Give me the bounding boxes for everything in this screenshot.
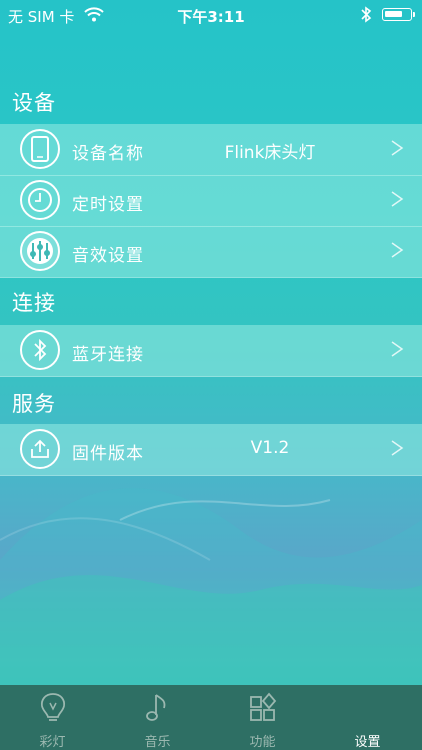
sound-effect-label: 音效设置 [72, 246, 144, 266]
tab-music[interactable]: 音乐 [105, 685, 210, 750]
bluetooth-status-icon [360, 6, 372, 27]
chevron-right-icon [390, 436, 404, 464]
tab-music-label: 音乐 [144, 735, 171, 750]
bluetooth-connection-row[interactable]: 蓝牙连接 [0, 325, 422, 377]
tab-settings[interactable]: 设置 [315, 685, 420, 750]
section-title-service: 服务 [12, 392, 56, 416]
chevron-right-icon [390, 238, 404, 266]
firmware-version-row[interactable]: 固件版本 V1.2 [0, 424, 422, 476]
tab-settings-label: 设置 [354, 735, 381, 750]
phone-icon [20, 129, 60, 169]
device-name-label: 设备名称 [72, 144, 144, 164]
tab-lights-label: 彩灯 [39, 735, 66, 750]
status-bar: 无 SIM 卡 下午3:11 [0, 0, 422, 30]
music-note-icon [142, 691, 174, 725]
section-title-connection: 连接 [12, 291, 56, 315]
section-title-device: 设备 [12, 91, 56, 115]
status-time: 下午3:11 [177, 8, 245, 26]
tab-bar: 彩灯 音乐 功能 设置 [0, 685, 422, 750]
chevron-right-icon [390, 187, 404, 215]
chevron-right-icon [390, 136, 404, 164]
device-name-value: Flink床头灯 [224, 143, 316, 163]
grid-icon [247, 691, 279, 725]
device-name-row[interactable]: 设备名称 Flink床头灯 [0, 124, 422, 176]
chevron-right-icon [390, 337, 404, 365]
tab-functions[interactable]: 功能 [210, 685, 315, 750]
timer-settings-label: 定时设置 [72, 195, 144, 215]
clock-icon [20, 180, 60, 220]
bulb-icon [37, 691, 69, 725]
timer-settings-row[interactable]: 定时设置 [0, 175, 422, 227]
tab-lights[interactable]: 彩灯 [0, 685, 105, 750]
battery-icon [382, 8, 415, 21]
firmware-version-value: V1.2 [250, 438, 290, 458]
upload-icon [20, 429, 60, 469]
tab-functions-label: 功能 [249, 735, 276, 750]
firmware-version-label: 固件版本 [72, 444, 144, 464]
sound-effect-row[interactable]: 音效设置 [0, 226, 422, 278]
bluetooth-connection-label: 蓝牙连接 [72, 345, 144, 365]
bluetooth-icon [20, 330, 60, 370]
sound-effect-icon [20, 231, 60, 271]
